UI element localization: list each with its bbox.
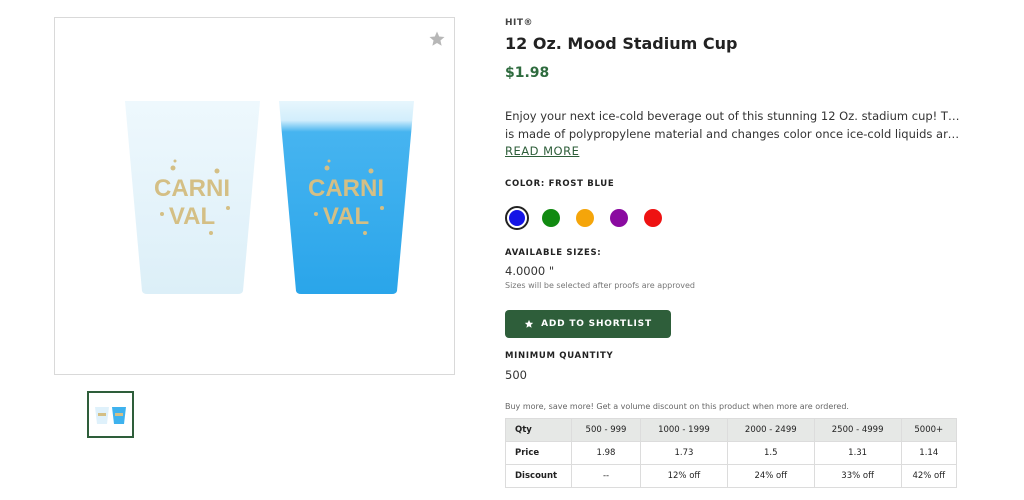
price-cell: 1.31	[813, 441, 902, 465]
product-price: $1.98	[505, 65, 550, 81]
cups-illustration: CARNI VAL CARNI VAL	[125, 101, 414, 294]
table-header-row: Qty 500 - 999 1000 - 1999 2000 - 2499 25…	[505, 418, 958, 442]
table-row: Discount -- 12% off 24% off 33% off 42% …	[505, 464, 958, 488]
row-label: Discount	[505, 464, 572, 488]
swatch-orange[interactable]	[576, 209, 594, 227]
price-cell: 1.73	[640, 441, 728, 465]
minimum-quantity-label: MINIMUM QUANTITY	[505, 351, 614, 361]
star-icon	[524, 319, 534, 328]
frost-cup-text-2: VAL	[169, 203, 215, 230]
header-cell: 2000 - 2499	[726, 418, 815, 442]
thumbnail-cups	[95, 407, 126, 424]
add-to-shortlist-button[interactable]: ADD TO SHORTLIST	[505, 310, 671, 338]
product-main-image: CARNI VAL CARNI VAL	[54, 17, 455, 375]
price-cell: 1.14	[900, 441, 958, 465]
blue-cup-text-1: CARNI	[308, 175, 384, 202]
description-line: Enjoy your next ice-cold beverage out of…	[505, 109, 960, 123]
swatch-green[interactable]	[542, 209, 560, 227]
header-cell: Qty	[505, 418, 572, 442]
shortlist-label: ADD TO SHORTLIST	[541, 319, 652, 329]
read-more-link[interactable]: READ MORE	[505, 144, 579, 158]
product-description: Enjoy your next ice-cold beverage out of…	[505, 107, 960, 143]
sizes-label: AVAILABLE SIZES:	[505, 248, 602, 258]
minimum-quantity-value: 500	[505, 368, 527, 382]
swatch-red[interactable]	[644, 209, 662, 227]
product-title: 12 Oz. Mood Stadium Cup	[505, 34, 738, 53]
swatch-purple[interactable]	[610, 209, 628, 227]
color-label: COLOR: FROST BLUE	[505, 179, 615, 189]
header-cell: 500 - 999	[570, 418, 642, 442]
pricing-table: Qty 500 - 999 1000 - 1999 2000 - 2499 25…	[505, 418, 958, 488]
discount-cell: 33% off	[813, 464, 902, 488]
frost-cup-text-1: CARNI	[154, 175, 230, 202]
discount-cell: 42% off	[900, 464, 958, 488]
price-cell: 1.5	[726, 441, 815, 465]
header-cell: 1000 - 1999	[640, 418, 728, 442]
volume-discount-note: Buy more, save more! Get a volume discou…	[505, 402, 849, 411]
discount-cell: 12% off	[640, 464, 728, 488]
brand-name: HIT®	[505, 18, 534, 28]
table-row: Price 1.98 1.73 1.5 1.31 1.14	[505, 441, 958, 465]
discount-cell: 24% off	[726, 464, 815, 488]
size-value: 4.0000 "	[505, 264, 555, 278]
discount-cell: --	[570, 464, 642, 488]
header-cell: 2500 - 4999	[813, 418, 902, 442]
header-cell: 5000+	[900, 418, 958, 442]
blue-cup-text-2: VAL	[323, 203, 369, 230]
row-label: Price	[505, 441, 572, 465]
thumbnail-image[interactable]	[87, 391, 134, 438]
description-line: is made of polypropylene material and ch…	[505, 127, 960, 141]
price-cell: 1.98	[570, 441, 642, 465]
size-note: Sizes will be selected after proofs are …	[505, 281, 695, 290]
swatch-blue[interactable]	[505, 206, 529, 230]
